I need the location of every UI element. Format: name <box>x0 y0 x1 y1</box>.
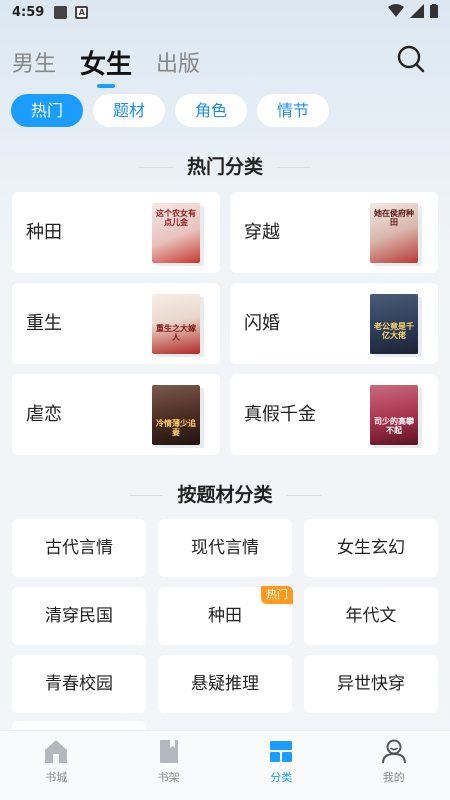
search-icon <box>397 45 425 73</box>
hot-category-card[interactable]: 虐恋 冷情薄少追妻 <box>12 374 220 455</box>
nav-bookstore[interactable]: 书城 <box>0 731 113 800</box>
hot-category-grid: 种田 这个农女有点儿金 穿越 她在侯府种田 重生 重生之大嫁人 闪婚 老公竟是千… <box>12 192 438 455</box>
topic-category-card[interactable]: 青春校园 <box>12 655 146 713</box>
hot-category-label: 重生 <box>26 313 62 334</box>
cover-title: 司少的高攀不起 <box>374 417 414 435</box>
chip-role[interactable]: 角色 <box>175 94 248 127</box>
nav-label: 分类 <box>270 771 293 784</box>
cover-title: 她在侯府种田 <box>374 209 414 227</box>
book-cover: 重生之大嫁人 <box>152 294 200 354</box>
topic-section-title-text: 按题材分类 <box>163 484 286 506</box>
topic-label: 悬疑推理 <box>191 674 259 694</box>
topic-label: 现代言情 <box>191 538 259 558</box>
hot-category-card[interactable]: 种田 这个农女有点儿金 <box>12 192 220 273</box>
nav-label: 书城 <box>45 771 68 784</box>
hot-badge: 热门 <box>261 586 293 604</box>
topic-category-grid: 古代言情 现代言情 女生玄幻 清穿民国 种田 热门 年代文 青春校园 悬疑推理 … <box>12 519 438 713</box>
chip-plot[interactable]: 情节 <box>257 94 330 127</box>
cover-title: 这个农女有点儿金 <box>156 209 196 227</box>
hot-category-card[interactable]: 真假千金 司少的高攀不起 <box>230 374 438 455</box>
book-cover: 她在侯府种田 <box>370 203 418 263</box>
topic-category-card[interactable]: 清穿民国 <box>12 587 146 645</box>
tab-publish[interactable]: 出版 <box>156 50 200 80</box>
topic-label: 青春校园 <box>45 674 113 694</box>
filter-chips: 热门 题材 角色 情节 <box>11 94 330 127</box>
hot-category-label: 穿越 <box>244 222 280 243</box>
keyboard-icon: A <box>75 5 89 19</box>
topic-label: 女生玄幻 <box>337 538 405 558</box>
topic-category-card[interactable]: 种田 热门 <box>158 586 293 645</box>
nav-category[interactable]: 分类 <box>225 731 338 800</box>
chip-theme[interactable]: 题材 <box>93 94 166 127</box>
hot-section-title: 热门分类 <box>0 152 450 179</box>
nav-bookshelf[interactable]: 书架 <box>113 731 226 800</box>
signal-icon <box>410 4 424 18</box>
status-time: 4:59 <box>12 4 45 20</box>
hot-category-card[interactable]: 重生 重生之大嫁人 <box>12 283 220 364</box>
search-button[interactable] <box>396 44 426 74</box>
tab-male[interactable]: 男生 <box>12 50 56 80</box>
bookshelf-icon <box>159 740 178 763</box>
topic-label: 异世快穿 <box>337 674 405 694</box>
home-icon <box>45 740 68 763</box>
hot-category-label: 真假千金 <box>244 404 316 425</box>
tab-female[interactable]: 女生 <box>80 50 132 80</box>
topic-label: 年代文 <box>345 606 397 626</box>
nav-label: 书架 <box>157 771 180 784</box>
status-bar: 4:59 A <box>0 0 450 24</box>
topic-label: 清穿民国 <box>45 606 113 626</box>
hot-category-label: 种田 <box>26 222 62 243</box>
book-cover: 这个农女有点儿金 <box>152 203 200 263</box>
topic-category-card[interactable]: 现代言情 <box>158 519 292 577</box>
battery-icon <box>430 4 438 18</box>
cover-title: 冷情薄少追妻 <box>156 419 196 437</box>
wifi-icon <box>388 4 404 17</box>
book-cover: 冷情薄少追妻 <box>152 385 200 445</box>
bottom-nav: 书城 书架 分类 我的 <box>0 730 450 800</box>
topic-label: 种田 <box>208 606 242 626</box>
topic-category-card[interactable]: 女生玄幻 <box>304 519 438 577</box>
hot-category-card[interactable]: 穿越 她在侯府种田 <box>230 192 438 273</box>
hot-category-card[interactable]: 闪婚 老公竟是千亿大佬 <box>230 283 438 364</box>
category-icon <box>270 741 293 762</box>
profile-icon <box>381 739 406 764</box>
hot-category-label: 虐恋 <box>26 404 62 425</box>
hot-category-label: 闪婚 <box>244 313 280 334</box>
nav-label: 我的 <box>382 771 405 784</box>
topic-section-title: 按题材分类 <box>0 480 450 507</box>
gender-tabs: 男生 女生 出版 <box>12 40 200 80</box>
book-cover: 司少的高攀不起 <box>370 385 418 445</box>
topic-category-card[interactable]: 古代言情 <box>12 519 146 577</box>
notification-icon <box>54 5 68 19</box>
topic-category-card[interactable]: 年代文 <box>304 587 438 645</box>
topic-category-card[interactable]: 悬疑推理 <box>158 655 292 713</box>
cover-title: 重生之大嫁人 <box>156 324 196 342</box>
cover-title: 老公竟是千亿大佬 <box>374 322 414 340</box>
chip-hot[interactable]: 热门 <box>11 94 84 127</box>
nav-profile[interactable]: 我的 <box>338 731 450 800</box>
topic-category-card[interactable]: 异世快穿 <box>304 655 438 713</box>
book-cover: 老公竟是千亿大佬 <box>370 294 418 354</box>
hot-section-title-text: 热门分类 <box>173 156 277 178</box>
topic-label: 古代言情 <box>45 538 113 558</box>
